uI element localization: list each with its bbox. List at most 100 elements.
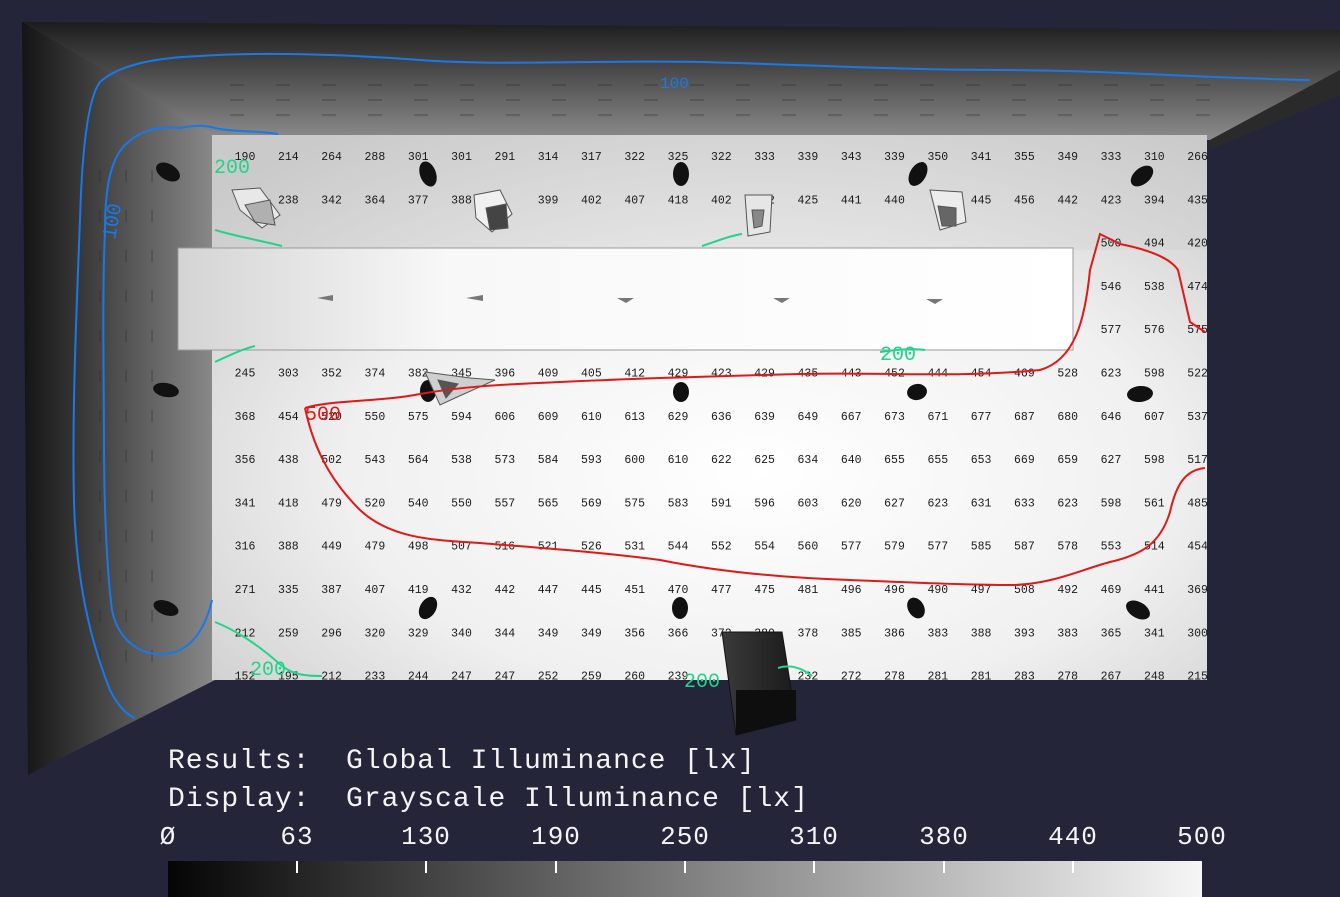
grid-value: 569 [581, 497, 602, 510]
grid-value: 278 [1057, 671, 1078, 684]
grid-value: 575 [408, 411, 429, 424]
grid-value: 593 [581, 454, 602, 467]
grid-value: 419 [408, 584, 429, 597]
grid-value: 508 [1014, 584, 1035, 597]
grid-value: 640 [841, 454, 862, 467]
legend-tick [1072, 861, 1074, 873]
grid-value: 349 [581, 627, 602, 640]
grid-value: 517 [1187, 454, 1208, 467]
grid-value: 423 [711, 368, 732, 381]
grid-value: 577 [841, 541, 862, 554]
grid-value: 603 [798, 497, 819, 510]
grid-value: 418 [668, 194, 689, 207]
grid-value: 356 [624, 627, 645, 640]
grid-value: 598 [1101, 497, 1122, 510]
grid-value: 340 [451, 627, 472, 640]
grid-value: 260 [624, 671, 645, 684]
grid-value: 584 [538, 454, 559, 467]
grid-value: 470 [668, 584, 689, 597]
legend-label-0: Ø [159, 822, 177, 852]
grid-value: 577 [1101, 324, 1122, 337]
grid-value: 238 [278, 194, 299, 207]
grid-value: 456 [1014, 194, 1035, 207]
grid-value: 409 [538, 368, 559, 381]
legend-label-5: 310 [789, 822, 839, 852]
grid-value: 543 [365, 454, 386, 467]
grid-value: 579 [884, 541, 905, 554]
contour-label-500: 500 [305, 404, 341, 427]
grid-value: 520 [365, 497, 386, 510]
grid-value: 368 [235, 411, 256, 424]
grid-value: 469 [1101, 584, 1122, 597]
grid-value: 634 [798, 454, 819, 467]
grid-value: 573 [494, 454, 515, 467]
grid-value: 451 [624, 584, 645, 597]
grid-value: 560 [798, 541, 819, 554]
grid-value: 492 [1057, 584, 1078, 597]
grid-value: 333 [1101, 151, 1122, 164]
grid-value: 609 [538, 411, 559, 424]
grid-value: 378 [798, 627, 819, 640]
grid-value: 386 [884, 627, 905, 640]
grid-value: 596 [754, 497, 775, 510]
grid-value: 374 [365, 368, 386, 381]
grid-value: 341 [1144, 627, 1165, 640]
grid-value: 454 [278, 411, 299, 424]
legend-label-7: 440 [1048, 822, 1098, 852]
grid-value: 438 [278, 454, 299, 467]
grid-value: 355 [1014, 151, 1035, 164]
contour-label-200-bottomleft: 200 [250, 659, 286, 682]
grid-value: 447 [538, 584, 559, 597]
legend-tick [296, 861, 298, 873]
grid-value: 233 [365, 671, 386, 684]
contour-label-200-shelf: 200 [880, 344, 916, 367]
display-line: Display: Grayscale Illuminance [lx] [168, 784, 809, 815]
grid-value: 440 [884, 194, 905, 207]
grid-value: 550 [365, 411, 386, 424]
grid-value: 669 [1014, 454, 1035, 467]
grid-value: 528 [1057, 368, 1078, 381]
grid-value: 350 [927, 151, 948, 164]
grid-value: 496 [841, 584, 862, 597]
grid-value: 625 [754, 454, 775, 467]
grid-value: 316 [235, 541, 256, 554]
grid-value: 325 [668, 151, 689, 164]
grid-value: 516 [494, 541, 515, 554]
grid-value: 629 [668, 411, 689, 424]
grid-value: 565 [538, 497, 559, 510]
grid-value: 322 [711, 151, 732, 164]
grid-value: 423 [1101, 194, 1122, 207]
grid-value: 578 [1057, 541, 1078, 554]
grid-value: 475 [754, 584, 775, 597]
grid-value: 550 [451, 497, 472, 510]
grid-value: 577 [927, 541, 948, 554]
grid-value: 623 [1057, 497, 1078, 510]
grid-value: 623 [1101, 368, 1122, 381]
legend-label-2: 130 [401, 822, 451, 852]
grid-value: 610 [668, 454, 689, 467]
grid-value: 522 [1187, 368, 1208, 381]
grid-value: 485 [1187, 497, 1208, 510]
grid-value: 300 [1187, 627, 1208, 640]
grid-value: 271 [235, 584, 256, 597]
grid-value: 479 [365, 541, 386, 554]
grid-value: 418 [278, 497, 299, 510]
display-label: Display: [168, 784, 311, 815]
legend-tick [813, 861, 815, 873]
grid-value: 498 [408, 541, 429, 554]
grid-value: 343 [841, 151, 862, 164]
grid-value: 540 [408, 497, 429, 510]
grid-value: 481 [798, 584, 819, 597]
grid-value: 454 [1187, 541, 1208, 554]
grid-value: 576 [1144, 324, 1165, 337]
grid-value: 259 [278, 627, 299, 640]
grid-value: 680 [1057, 411, 1078, 424]
grid-value: 667 [841, 411, 862, 424]
grid-value: 329 [408, 627, 429, 640]
left-wall [22, 22, 215, 775]
grid-value: 407 [624, 194, 645, 207]
legend-label-1: 63 [280, 822, 314, 852]
grid-value: 383 [1057, 627, 1078, 640]
grid-value: 546 [1101, 281, 1122, 294]
grid-value: 631 [971, 497, 992, 510]
